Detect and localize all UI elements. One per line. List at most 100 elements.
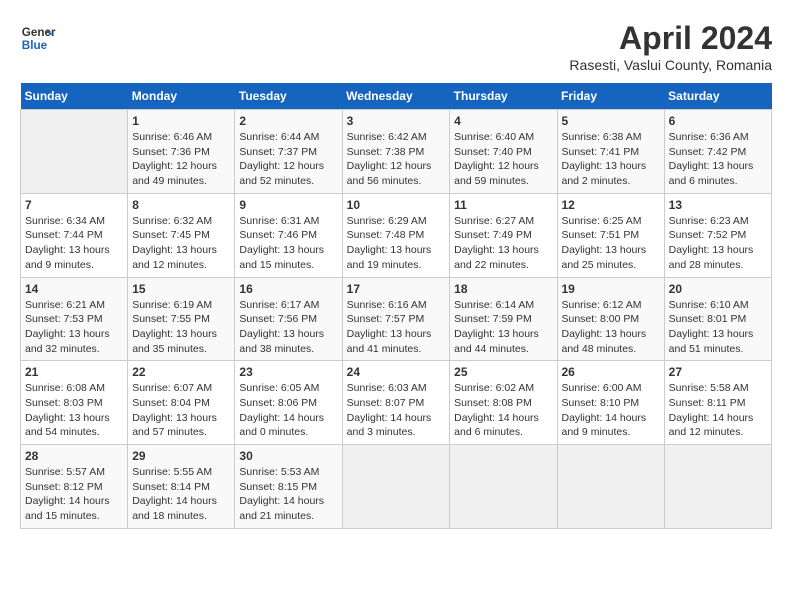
- day-number: 15: [132, 282, 230, 296]
- day-info: Sunrise: 6:05 AM Sunset: 8:06 PM Dayligh…: [239, 381, 337, 440]
- calendar-cell: 10Sunrise: 6:29 AM Sunset: 7:48 PM Dayli…: [342, 193, 450, 277]
- day-info: Sunrise: 6:38 AM Sunset: 7:41 PM Dayligh…: [562, 130, 660, 189]
- day-number: 21: [25, 365, 123, 379]
- day-info: Sunrise: 6:36 AM Sunset: 7:42 PM Dayligh…: [669, 130, 767, 189]
- calendar-cell: 22Sunrise: 6:07 AM Sunset: 8:04 PM Dayli…: [128, 361, 235, 445]
- day-number: 4: [454, 114, 552, 128]
- calendar-cell: 15 Sunrise: 6:19 AM Sunset: 7:55 PM Dayli…: [128, 277, 235, 361]
- day-number: 19: [562, 282, 660, 296]
- day-number: 27: [669, 365, 767, 379]
- header-day-tuesday: Tuesday: [235, 83, 342, 110]
- day-info: Sunrise: 6:08 AM Sunset: 8:03 PM Dayligh…: [25, 381, 123, 440]
- day-info: Sunrise: 6:12 AM Sunset: 8:00 PM Dayligh…: [562, 298, 660, 357]
- day-info: Sunrise: 6:34 AM Sunset: 7:44 PM Dayligh…: [25, 214, 123, 273]
- calendar-table: SundayMondayTuesdayWednesdayThursdayFrid…: [20, 83, 772, 529]
- week-row-4: 21 Sunrise: 6:08 AM Sunset: 8:03 PM Dayli…: [21, 361, 772, 445]
- calendar-cell: 26Sunrise: 6:00 AM Sunset: 8:10 PM Dayli…: [557, 361, 664, 445]
- page-header: General Blue April 2024 Rasesti, Vaslui …: [20, 20, 772, 73]
- header-row: SundayMondayTuesdayWednesdayThursdayFrid…: [21, 83, 772, 110]
- day-info: Sunrise: 6:00 AM Sunset: 8:10 PM Dayligh…: [562, 381, 660, 440]
- day-info: Sunrise: 6:14 AM Sunset: 7:59 PM Dayligh…: [454, 298, 552, 357]
- day-number: 18: [454, 282, 552, 296]
- day-info: Sunrise: 6:21 AM Sunset: 7:53 PM Dayligh…: [25, 298, 123, 357]
- calendar-cell: 19 Sunrise: 6:12 AM Sunset: 8:00 PM Dayli…: [557, 277, 664, 361]
- calendar-cell: 20Sunrise: 6:10 AM Sunset: 8:01 PM Dayli…: [664, 277, 771, 361]
- calendar-cell: 30Sunrise: 5:53 AM Sunset: 8:15 PM Dayli…: [235, 445, 342, 529]
- day-number: 25: [454, 365, 552, 379]
- week-row-2: 7 Sunrise: 6:34 AM Sunset: 7:44 PM Daylig…: [21, 193, 772, 277]
- subtitle: Rasesti, Vaslui County, Romania: [569, 57, 772, 73]
- day-info: Sunrise: 6:17 AM Sunset: 7:56 PM Dayligh…: [239, 298, 337, 357]
- calendar-cell: [21, 110, 128, 194]
- day-info: Sunrise: 6:40 AM Sunset: 7:40 PM Dayligh…: [454, 130, 552, 189]
- day-info: Sunrise: 6:19 AM Sunset: 7:55 PM Dayligh…: [132, 298, 230, 357]
- calendar-cell: 24 Sunrise: 6:03 AM Sunset: 8:07 PM Dayli…: [342, 361, 450, 445]
- day-number: 12: [562, 198, 660, 212]
- svg-text:General: General: [22, 26, 56, 39]
- week-row-1: 1 Sunrise: 6:46 AM Sunset: 7:36 PM Daylig…: [21, 110, 772, 194]
- day-info: Sunrise: 6:42 AM Sunset: 7:38 PM Dayligh…: [347, 130, 446, 189]
- header-day-wednesday: Wednesday: [342, 83, 450, 110]
- day-number: 3: [347, 114, 446, 128]
- calendar-cell: 3 Sunrise: 6:42 AM Sunset: 7:38 PM Daylig…: [342, 110, 450, 194]
- calendar-cell: 8Sunrise: 6:32 AM Sunset: 7:45 PM Daylig…: [128, 193, 235, 277]
- day-number: 7: [25, 198, 123, 212]
- calendar-cell: 23 Sunrise: 6:05 AM Sunset: 8:06 PM Dayli…: [235, 361, 342, 445]
- header-day-friday: Friday: [557, 83, 664, 110]
- day-number: 16: [239, 282, 337, 296]
- day-info: Sunrise: 6:25 AM Sunset: 7:51 PM Dayligh…: [562, 214, 660, 273]
- day-info: Sunrise: 6:46 AM Sunset: 7:36 PM Dayligh…: [132, 130, 230, 189]
- day-info: Sunrise: 6:44 AM Sunset: 7:37 PM Dayligh…: [239, 130, 337, 189]
- day-number: 1: [132, 114, 230, 128]
- calendar-cell: 2 Sunrise: 6:44 AM Sunset: 7:37 PM Daylig…: [235, 110, 342, 194]
- calendar-cell: 13 Sunrise: 6:23 AM Sunset: 7:52 PM Dayli…: [664, 193, 771, 277]
- day-number: 28: [25, 449, 123, 463]
- day-info: Sunrise: 5:55 AM Sunset: 8:14 PM Dayligh…: [132, 465, 230, 524]
- main-title: April 2024: [569, 20, 772, 57]
- day-info: Sunrise: 5:57 AM Sunset: 8:12 PM Dayligh…: [25, 465, 123, 524]
- day-info: Sunrise: 6:23 AM Sunset: 7:52 PM Dayligh…: [669, 214, 767, 273]
- day-info: Sunrise: 5:58 AM Sunset: 8:11 PM Dayligh…: [669, 381, 767, 440]
- header-day-monday: Monday: [128, 83, 235, 110]
- header-day-thursday: Thursday: [450, 83, 557, 110]
- day-number: 17: [347, 282, 446, 296]
- calendar-cell: 17 Sunrise: 6:16 AM Sunset: 7:57 PM Dayli…: [342, 277, 450, 361]
- calendar-cell: [342, 445, 450, 529]
- day-number: 24: [347, 365, 446, 379]
- day-info: Sunrise: 6:31 AM Sunset: 7:46 PM Dayligh…: [239, 214, 337, 273]
- logo-icon: General Blue: [20, 20, 56, 56]
- calendar-cell: 12 Sunrise: 6:25 AM Sunset: 7:51 PM Dayli…: [557, 193, 664, 277]
- calendar-cell: 9 Sunrise: 6:31 AM Sunset: 7:46 PM Daylig…: [235, 193, 342, 277]
- day-number: 2: [239, 114, 337, 128]
- day-number: 10: [347, 198, 446, 212]
- calendar-cell: [450, 445, 557, 529]
- day-number: 6: [669, 114, 767, 128]
- day-number: 8: [132, 198, 230, 212]
- day-number: 14: [25, 282, 123, 296]
- day-number: 5: [562, 114, 660, 128]
- calendar-cell: 27 Sunrise: 5:58 AM Sunset: 8:11 PM Dayli…: [664, 361, 771, 445]
- calendar-cell: 1 Sunrise: 6:46 AM Sunset: 7:36 PM Daylig…: [128, 110, 235, 194]
- calendar-cell: 28 Sunrise: 5:57 AM Sunset: 8:12 PM Dayli…: [21, 445, 128, 529]
- day-info: Sunrise: 6:16 AM Sunset: 7:57 PM Dayligh…: [347, 298, 446, 357]
- day-number: 23: [239, 365, 337, 379]
- day-info: Sunrise: 6:02 AM Sunset: 8:08 PM Dayligh…: [454, 381, 552, 440]
- day-info: Sunrise: 6:10 AM Sunset: 8:01 PM Dayligh…: [669, 298, 767, 357]
- calendar-cell: 21 Sunrise: 6:08 AM Sunset: 8:03 PM Dayli…: [21, 361, 128, 445]
- header-day-sunday: Sunday: [21, 83, 128, 110]
- calendar-cell: [664, 445, 771, 529]
- calendar-cell: 14 Sunrise: 6:21 AM Sunset: 7:53 PM Dayli…: [21, 277, 128, 361]
- calendar-cell: 25 Sunrise: 6:02 AM Sunset: 8:08 PM Dayli…: [450, 361, 557, 445]
- logo: General Blue: [20, 20, 56, 56]
- day-number: 22: [132, 365, 230, 379]
- day-number: 30: [239, 449, 337, 463]
- calendar-cell: 16 Sunrise: 6:17 AM Sunset: 7:56 PM Dayli…: [235, 277, 342, 361]
- calendar-cell: 11Sunrise: 6:27 AM Sunset: 7:49 PM Dayli…: [450, 193, 557, 277]
- calendar-cell: 6 Sunrise: 6:36 AM Sunset: 7:42 PM Daylig…: [664, 110, 771, 194]
- day-info: Sunrise: 6:03 AM Sunset: 8:07 PM Dayligh…: [347, 381, 446, 440]
- week-row-5: 28 Sunrise: 5:57 AM Sunset: 8:12 PM Dayli…: [21, 445, 772, 529]
- header-day-saturday: Saturday: [664, 83, 771, 110]
- day-number: 13: [669, 198, 767, 212]
- day-number: 9: [239, 198, 337, 212]
- calendar-cell: 5 Sunrise: 6:38 AM Sunset: 7:41 PM Daylig…: [557, 110, 664, 194]
